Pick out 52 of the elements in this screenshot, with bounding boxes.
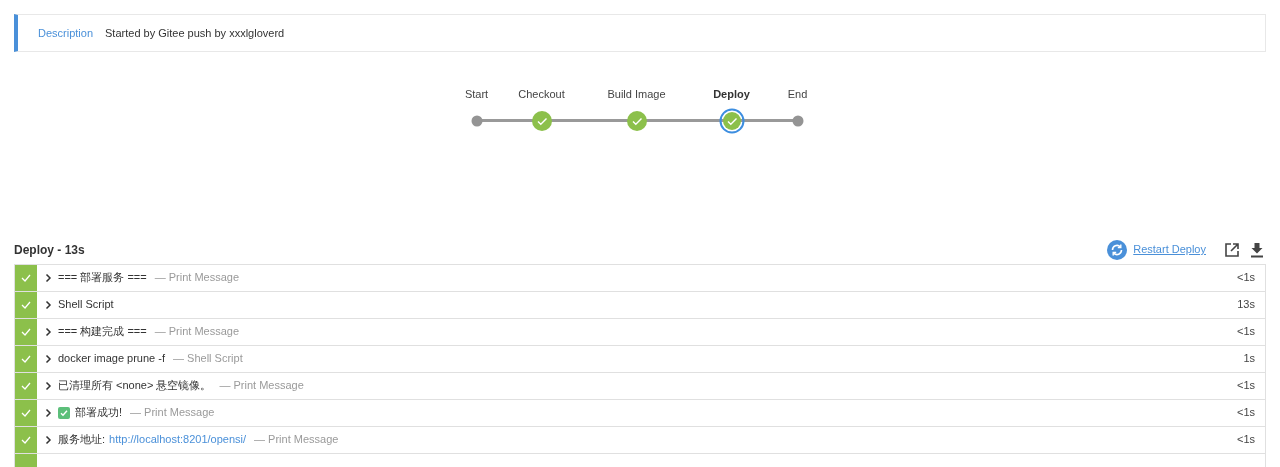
step-duration: 1s — [1243, 351, 1255, 367]
stage-label[interactable]: Deploy — [713, 86, 750, 103]
stage-check-icon[interactable] — [626, 110, 647, 131]
step-type: — Print Message — [254, 432, 339, 448]
step-title: === 构建完成 === — [58, 324, 147, 340]
step-duration: 13s — [1237, 297, 1255, 313]
open-external-icon[interactable] — [1224, 241, 1240, 258]
description-text: Started by Gitee push by xxxlgloverd — [105, 25, 285, 41]
stage-check-icon[interactable] — [531, 110, 552, 131]
step-title: docker image prune -f — [58, 351, 165, 367]
description-label: Description — [38, 25, 94, 41]
step-title: 部署成功! — [75, 405, 123, 421]
step-title: 服务地址: — [58, 432, 106, 448]
panel-title: Deploy - 13s — [14, 241, 85, 259]
stage-label[interactable]: End — [787, 86, 808, 103]
check-icon — [21, 408, 31, 417]
expand-chevron-icon[interactable] — [45, 272, 52, 283]
restart-icon[interactable] — [1107, 239, 1128, 260]
download-icon[interactable] — [1250, 241, 1264, 258]
expand-chevron-icon[interactable] — [45, 299, 52, 310]
step-type: — Print Message — [219, 378, 304, 394]
step-title: Shell Script — [58, 297, 114, 313]
expand-chevron-icon[interactable] — [45, 434, 52, 445]
expand-chevron-icon[interactable] — [45, 326, 52, 337]
stage-label[interactable]: Build Image — [607, 86, 666, 103]
step-type: — Print Message — [130, 405, 215, 421]
stage-check-icon[interactable] — [718, 107, 745, 134]
stage-node-icon[interactable] — [791, 114, 804, 127]
step-duration: <1s — [1236, 378, 1255, 394]
step-title: === 部署服务 === — [58, 270, 147, 286]
expand-chevron-icon[interactable] — [45, 407, 52, 418]
step-duration: <1s — [1236, 432, 1255, 448]
step-duration: <1s — [1236, 405, 1255, 421]
check-icon — [21, 300, 31, 309]
step-duration: <1s — [1236, 270, 1255, 286]
stage-node-icon[interactable] — [470, 114, 483, 127]
check-icon — [21, 435, 31, 444]
service-link[interactable]: http://localhost:8201/opensi/ — [109, 431, 247, 448]
check-icon — [21, 354, 31, 363]
expand-chevron-icon[interactable] — [45, 353, 52, 364]
check-icon — [21, 327, 31, 336]
step-title: 已清理所有 <none> 悬空镜像。 — [58, 378, 212, 394]
expand-chevron-icon[interactable] — [45, 380, 52, 391]
stage-label[interactable]: Start — [464, 86, 489, 103]
check-icon — [21, 273, 31, 282]
restart-link[interactable]: Restart Deploy — [1133, 241, 1206, 258]
step-type: — Print Message — [154, 270, 240, 286]
stage-label[interactable]: Checkout — [518, 86, 565, 103]
check-icon — [21, 381, 31, 390]
step-type: — Shell Script — [173, 351, 243, 367]
step-duration: <1s — [1236, 324, 1255, 340]
step-type: — Print Message — [154, 324, 240, 340]
